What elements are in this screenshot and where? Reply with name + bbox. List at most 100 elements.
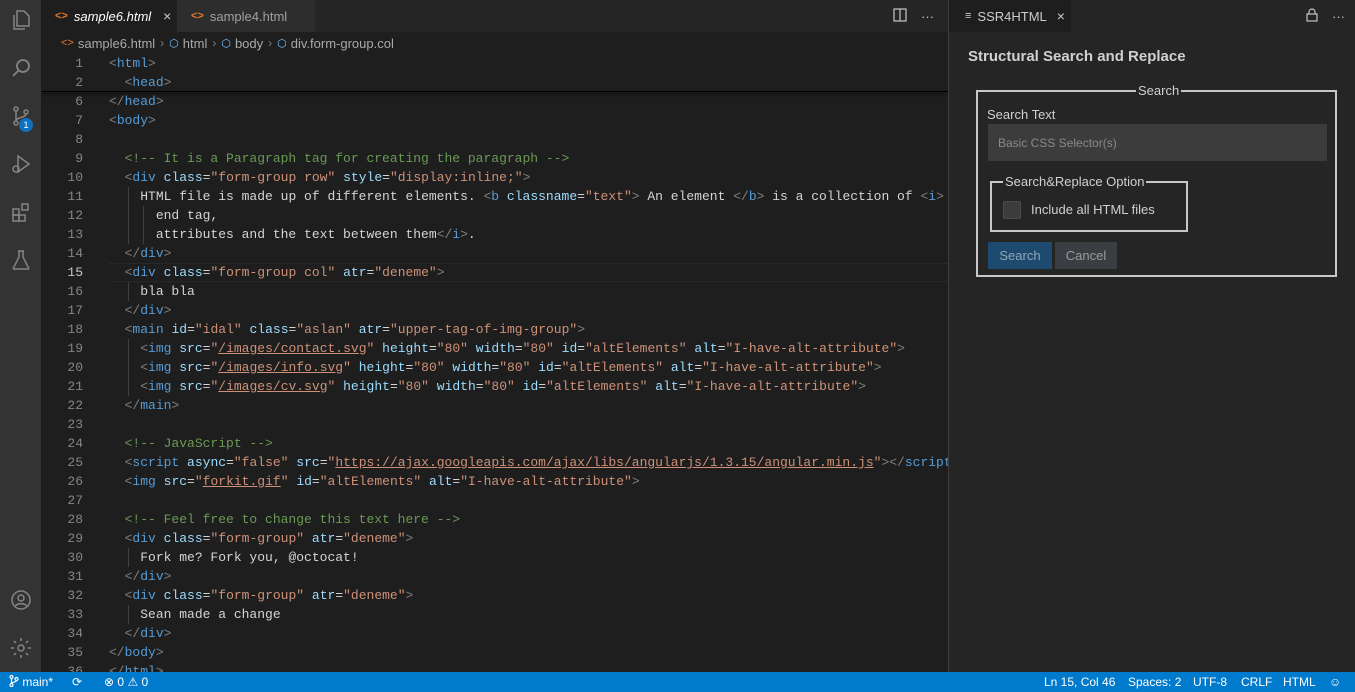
- code-token: id: [171, 322, 188, 337]
- code-line[interactable]: 12 end tag,: [41, 206, 948, 225]
- code-line[interactable]: 14 </div>: [41, 244, 948, 263]
- more-actions-icon[interactable]: ···: [1332, 9, 1345, 24]
- code-line[interactable]: 17 </div>: [41, 301, 948, 320]
- breadcrumb-div[interactable]: div.form-group.col: [291, 36, 394, 51]
- extensions-icon[interactable]: [0, 188, 41, 236]
- code-token: >: [631, 474, 640, 489]
- language-mode[interactable]: HTML: [1283, 672, 1316, 692]
- manage-gear-icon[interactable]: [0, 624, 41, 672]
- code-line[interactable]: 33 Sean made a change: [41, 605, 948, 624]
- close-icon[interactable]: ×: [1057, 8, 1065, 24]
- code-line[interactable]: 28 <!-- Feel free to change this text he…: [41, 510, 948, 529]
- code-token: head: [124, 94, 156, 109]
- code-token: atr: [311, 588, 336, 603]
- code-token: class: [163, 531, 203, 546]
- code-line[interactable]: 10 <div class="form-group row" style="di…: [41, 168, 948, 187]
- code-token: </: [124, 303, 141, 318]
- sync-icon[interactable]: ⟳: [72, 672, 82, 692]
- code-line[interactable]: 19 <img src="/images/contact.svg" height…: [41, 339, 948, 358]
- code-token: script: [132, 455, 180, 470]
- cancel-button[interactable]: Cancel: [1055, 242, 1117, 269]
- code-token: =: [319, 455, 328, 470]
- tab-sample4[interactable]: <> sample4.html: [177, 0, 315, 32]
- breadcrumb-html[interactable]: html: [183, 36, 208, 51]
- include-all-checkbox[interactable]: [1003, 201, 1021, 219]
- feedback-icon[interactable]: ☺: [1329, 672, 1341, 692]
- code-token: "80": [413, 360, 445, 375]
- code-line[interactable]: 23: [41, 415, 948, 434]
- code-line[interactable]: 1 <html>: [41, 54, 948, 73]
- split-editor-icon[interactable]: [893, 7, 907, 25]
- code-line[interactable]: 13 attributes and the text between them<…: [41, 225, 948, 244]
- code-token: >: [155, 94, 164, 109]
- code-line[interactable]: 2 <head>: [41, 73, 948, 92]
- testing-icon[interactable]: [0, 236, 41, 284]
- code-line[interactable]: 32 <div class="form-group" atr="deneme">: [41, 586, 948, 605]
- encoding[interactable]: UTF-8: [1193, 672, 1227, 692]
- source-control-icon[interactable]: [0, 92, 41, 140]
- code-line[interactable]: 11 HTML file is made up of different ele…: [41, 187, 948, 206]
- code-token: =: [514, 341, 523, 356]
- end-of-line[interactable]: CRLF: [1241, 672, 1272, 692]
- search-icon[interactable]: [0, 44, 41, 92]
- problems-item[interactable]: ⊗ 0 ⚠ 0: [104, 672, 148, 692]
- code-token: </: [109, 664, 125, 672]
- branch-item[interactable]: main*: [9, 672, 53, 692]
- code-line[interactable]: 26 <img src="forkit.gif" id="altElements…: [41, 472, 948, 491]
- line-number: 23: [67, 417, 83, 432]
- close-icon[interactable]: ×: [163, 8, 171, 24]
- breadcrumb-body[interactable]: body: [235, 36, 263, 51]
- code-line[interactable]: 29 <div class="form-group" atr="deneme">: [41, 529, 948, 548]
- code-line[interactable]: 7 <body>: [41, 111, 948, 130]
- code-editor[interactable]: 1 <html> 2 <head> 6 </head> 7 <body> 8 9 <!-- It…: [41, 54, 948, 672]
- code-line[interactable]: 18 <main id="idal" class="aslan" atr="up…: [41, 320, 948, 339]
- code-token: </: [733, 189, 749, 204]
- code-token: "80": [397, 379, 429, 394]
- cursor-position[interactable]: Ln 15, Col 46: [1044, 672, 1115, 692]
- code-line[interactable]: 15 <div class="form-group col" atr="dene…: [41, 263, 948, 282]
- code-line[interactable]: 27: [41, 491, 948, 510]
- panel-tab-ssr4html[interactable]: ≡ SSR4HTML ×: [949, 0, 1071, 32]
- code-line[interactable]: 30 Fork me? Fork you, @octocat!: [41, 548, 948, 567]
- accounts-icon[interactable]: [0, 576, 41, 624]
- breadcrumb-file[interactable]: sample6.html: [78, 36, 155, 51]
- run-debug-icon[interactable]: [0, 140, 41, 188]
- code-token: "form-group": [210, 531, 305, 546]
- code-line[interactable]: 16 bla bla: [41, 282, 948, 301]
- code-line[interactable]: 31 </div>: [41, 567, 948, 586]
- indentation[interactable]: Spaces: 2: [1128, 672, 1181, 692]
- search-text-label: Search Text: [987, 107, 1056, 122]
- line-number: 15: [67, 265, 83, 280]
- code-line[interactable]: 35 </body>: [41, 643, 948, 662]
- code-line[interactable]: 20 <img src="/images/info.svg" height="8…: [41, 358, 948, 377]
- code-line[interactable]: 8: [41, 130, 948, 149]
- code-token: id: [522, 379, 539, 394]
- code-token: =: [428, 341, 437, 356]
- search-input[interactable]: [988, 124, 1327, 161]
- code-line[interactable]: 34 </div>: [41, 624, 948, 643]
- code-token: ": [343, 360, 351, 375]
- tab-sample6[interactable]: <> sample6.html ×: [41, 0, 177, 32]
- code-line[interactable]: 21 <img src="/images/cv.svg" height="80"…: [41, 377, 948, 396]
- warning-count: 0: [141, 675, 149, 689]
- code-token: div: [132, 531, 156, 546]
- search-button[interactable]: Search: [988, 242, 1052, 269]
- code-line[interactable]: 36 </html>: [41, 662, 948, 672]
- code-line[interactable]: 6 </head>: [41, 92, 948, 111]
- editor-group: <> sample6.html × <> sample4.html ··· <>…: [41, 0, 948, 672]
- warning-icon: ⚠: [127, 675, 139, 689]
- code-line[interactable]: 22 </main>: [41, 396, 948, 415]
- code-line[interactable]: 25 <script async="false" src="https://aj…: [41, 453, 948, 472]
- code-token: =: [311, 474, 320, 489]
- explorer-icon[interactable]: [0, 0, 41, 44]
- more-actions-icon[interactable]: ···: [921, 9, 934, 24]
- line-number: 8: [75, 132, 83, 147]
- code-line[interactable]: 9 <!-- It is a Paragraph tag for creatin…: [41, 149, 948, 168]
- lock-icon[interactable]: [1306, 7, 1318, 25]
- code-line[interactable]: 24 <!-- JavaScript -->: [41, 434, 948, 453]
